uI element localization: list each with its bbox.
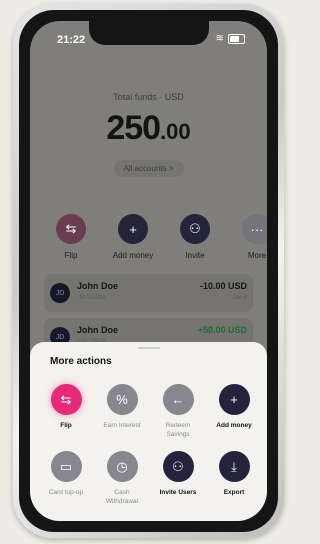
action-card-top-up[interactable]: ▭ Card top-up <box>38 451 94 497</box>
transaction-name: John Doe <box>77 281 119 291</box>
quick-action-label: More <box>247 251 267 260</box>
quick-action-label: Invite <box>185 251 205 260</box>
card-icon: ▭ <box>50 451 82 482</box>
quick-action-more[interactable]: ··· More <box>227 214 267 260</box>
quick-action-add-money[interactable]: + Add money <box>103 214 163 260</box>
wifi-icon: ≋ <box>215 33 224 44</box>
action-invite-users[interactable]: ⚇ Invite Users <box>150 451 206 497</box>
phone-bezel: 21:22 ≋ Total funds · USD 250.00 All acc… <box>19 10 278 532</box>
notch <box>88 21 209 45</box>
transaction-date: Jan 8 <box>232 295 247 301</box>
quick-action-invite[interactable]: ⚇ Invite <box>165 214 225 260</box>
action-label: Add money <box>216 422 252 429</box>
sheet-drag-handle[interactable] <box>137 347 160 349</box>
quick-action-label: Add money <box>112 251 154 260</box>
balance-whole: 250 <box>106 109 161 147</box>
transaction-row[interactable]: JD John Doe -10 USDM -10.00 USD Jan 8 <box>44 274 253 312</box>
action-label: Cash Withdrawal <box>105 489 139 505</box>
action-export[interactable]: ⤓ Export <box>206 451 262 497</box>
add-user-icon: ⚇ <box>180 214 210 244</box>
action-label: Redeem Savings <box>165 422 191 438</box>
flip-arrows-icon: ⇆ <box>50 384 82 415</box>
action-redeem-savings[interactable]: ← Redeem Savings <box>150 384 206 439</box>
action-cash-withdrawal[interactable]: ◷ Cash Withdrawal <box>94 451 150 506</box>
transaction-name: John Doe <box>77 325 119 335</box>
transaction-amount: +50.00 USD <box>197 325 247 335</box>
action-label: Flip <box>60 422 72 429</box>
more-dots-icon: ··· <box>242 214 267 244</box>
total-funds-label: Total funds · USD <box>113 92 184 102</box>
more-actions-sheet: More actions ⇆ Flip % Earn Interest ← Re… <box>30 342 267 521</box>
sheet-title: More actions <box>50 356 112 367</box>
balance-decimal: .00 <box>160 119 191 144</box>
arrow-left-icon: ← <box>162 384 194 415</box>
plus-icon: + <box>118 214 148 244</box>
quick-action-flip[interactable]: ⇆ Flip <box>41 214 101 260</box>
action-label: Export <box>223 489 245 496</box>
percent-icon: % <box>106 384 138 415</box>
flip-arrows-icon: ⇆ <box>56 214 86 244</box>
action-earn-interest[interactable]: % Earn Interest <box>94 384 150 430</box>
balance-amount: 250.00 <box>30 109 267 148</box>
avatar: JD <box>50 283 70 303</box>
action-add-money[interactable]: + Add money <box>206 384 262 430</box>
add-user-icon: ⚇ <box>162 451 194 482</box>
all-accounts-button[interactable]: All accounts > <box>113 160 184 177</box>
plus-icon: + <box>218 384 250 415</box>
clock-icon: ◷ <box>106 451 138 482</box>
action-label: Invite Users <box>159 489 197 496</box>
action-flip[interactable]: ⇆ Flip <box>38 384 94 430</box>
transaction-subtitle: -10 USDM <box>77 295 106 301</box>
status-time: 21:22 <box>57 34 86 46</box>
action-label: Card top-up <box>48 489 84 496</box>
app-screen: 21:22 ≋ Total funds · USD 250.00 All acc… <box>30 21 267 521</box>
download-icon: ⤓ <box>218 451 250 482</box>
phone-frame: 21:22 ≋ Total funds · USD 250.00 All acc… <box>13 4 284 538</box>
status-icons: ≋ <box>216 33 245 44</box>
transaction-amount: -10.00 USD <box>199 281 247 291</box>
quick-action-label: Flip <box>64 251 78 260</box>
battery-icon <box>228 33 245 44</box>
action-label: Earn Interest <box>103 422 141 429</box>
